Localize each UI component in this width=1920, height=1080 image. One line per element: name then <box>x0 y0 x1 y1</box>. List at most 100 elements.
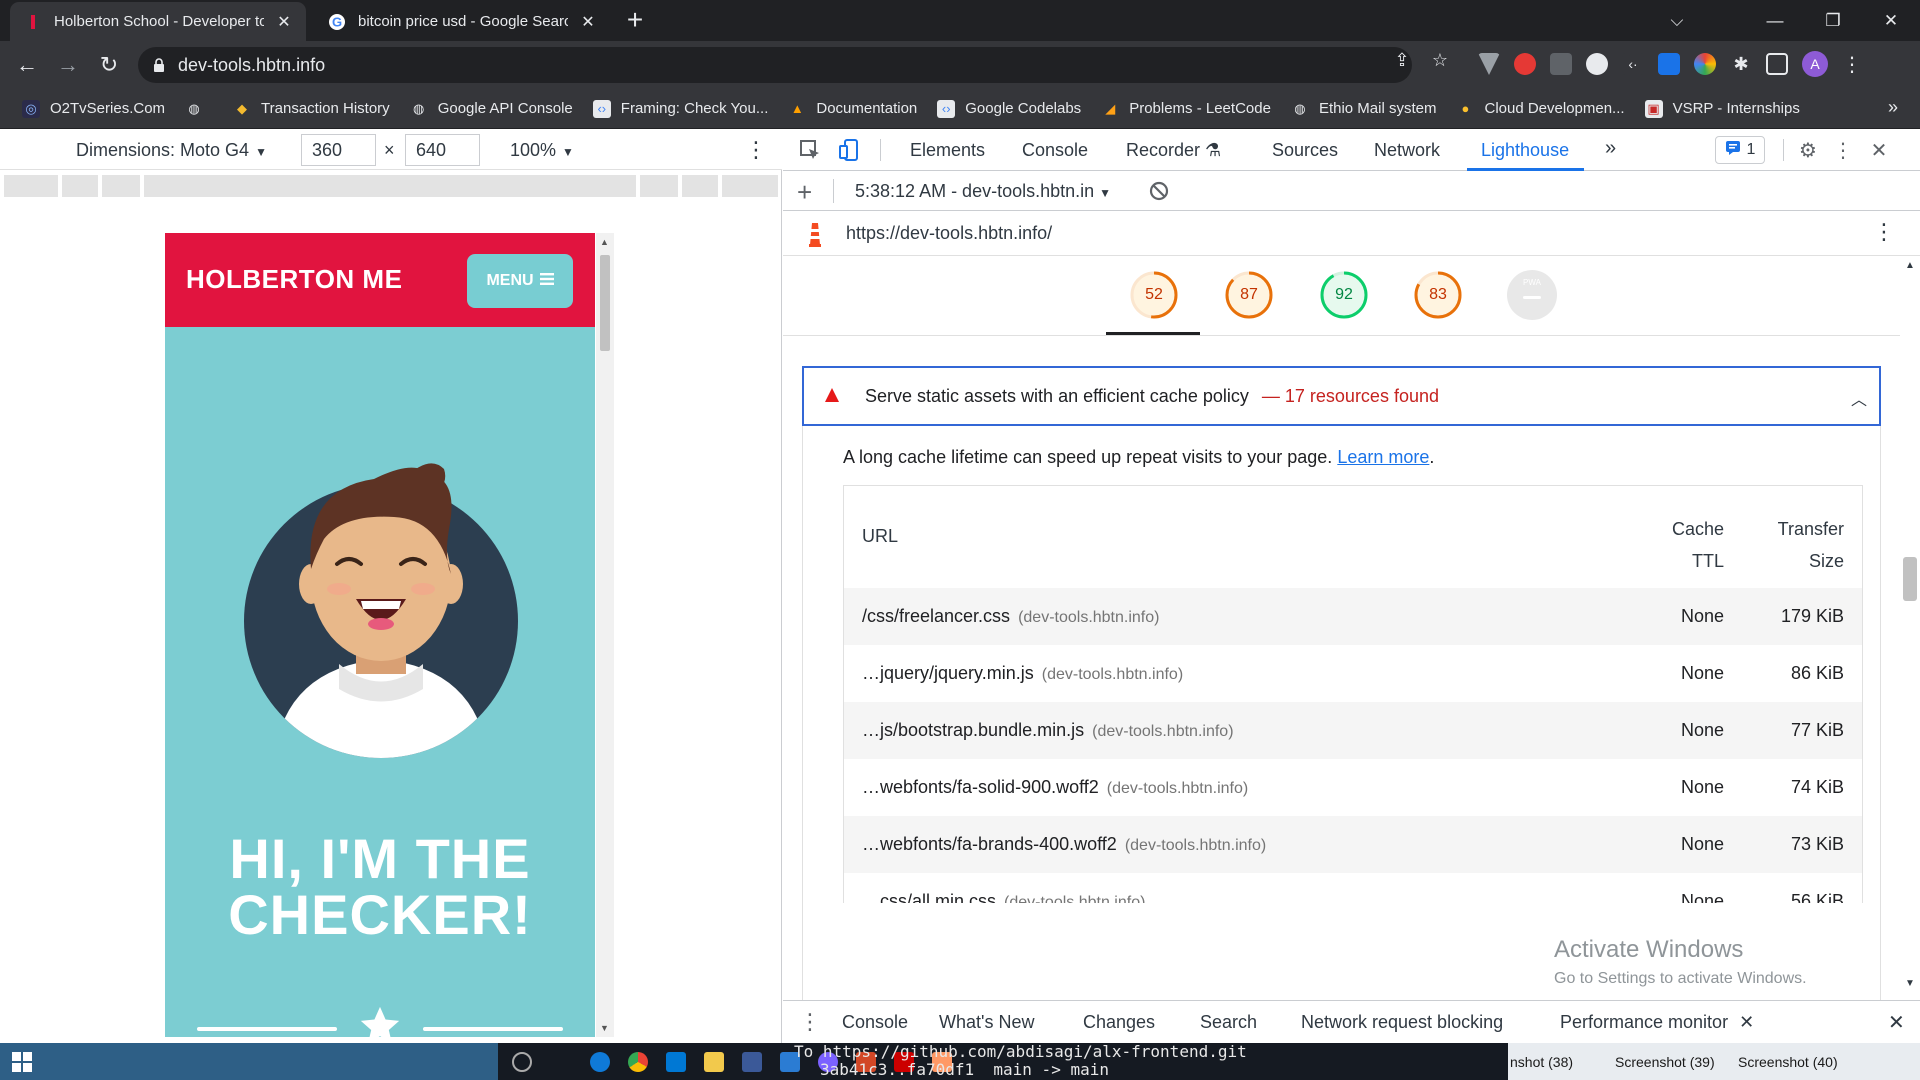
pwa-badge[interactable]: PWA <box>1507 270 1557 320</box>
drawer-tab-changes[interactable]: Changes <box>1083 1012 1155 1033</box>
device-width-input[interactable]: 360 <box>301 134 376 166</box>
blocker-extension-icon[interactable] <box>1514 53 1536 75</box>
shield-extension-icon[interactable] <box>1550 53 1572 75</box>
settings-app-icon[interactable] <box>512 1052 532 1072</box>
devtools-close-icon[interactable]: ✕ <box>1866 137 1892 163</box>
device-height-input[interactable]: 640 <box>405 134 480 166</box>
best-practices-gauge[interactable]: 92 <box>1319 270 1369 320</box>
device-toolbar-toggle-icon[interactable] <box>837 137 863 163</box>
bookmark-item[interactable]: ▣ VSRP - Internships <box>1644 99 1800 118</box>
report-select[interactable]: 5:38:12 AM - dev-tools.hbtn.in ▼ <box>855 181 1111 202</box>
address-bar[interactable]: dev-tools.hbtn.info <box>138 47 1412 83</box>
chrome-app-icon[interactable] <box>628 1052 648 1072</box>
mail-app-icon[interactable] <box>742 1052 762 1072</box>
bookmark-item[interactable]: ◍ <box>185 100 213 118</box>
taskbar-window-item[interactable]: nshot (38) <box>1510 1054 1573 1070</box>
tab-search-icon[interactable]: ⌵ <box>1648 11 1706 31</box>
devtools-scrollbar[interactable]: ▲ ▼ <box>1900 256 1920 993</box>
device-dimensions-select[interactable]: Dimensions: Moto G4 ▼ <box>76 140 267 161</box>
color-picker-extension-icon[interactable] <box>1694 53 1716 75</box>
table-row[interactable]: …js/bootstrap.bundle.min.js (dev-tools.hb… <box>844 702 1862 759</box>
site-menu-button[interactable]: MENU <box>467 254 573 308</box>
code-extension-icon[interactable]: ‹· <box>1622 53 1644 75</box>
restore-icon[interactable]: ❐ <box>1804 11 1862 31</box>
share-icon[interactable]: ⇪ <box>1390 50 1414 71</box>
tab-sources[interactable]: Sources <box>1272 140 1338 161</box>
more-tabs-icon[interactable]: » <box>1605 137 1616 160</box>
bookmark-item[interactable]: ‹› Google Codelabs <box>937 99 1081 118</box>
zoom-select[interactable]: 100% ▼ <box>510 140 574 161</box>
clear-reports-icon[interactable] <box>1148 180 1170 207</box>
tab-holberton[interactable]: Holberton School - Developer tools ✕ <box>10 2 306 41</box>
tab-close-icon[interactable]: ✕ <box>276 12 292 32</box>
vpn-extension-icon[interactable] <box>1478 53 1500 75</box>
table-row[interactable]: …webfonts/fa-solid-900.woff2 (dev-tools.h… <box>844 759 1862 816</box>
drawer-tab-console[interactable]: Console <box>842 1012 908 1033</box>
table-row[interactable]: …jquery/jquery.min.js (dev-tools.hbtn.inf… <box>844 645 1862 702</box>
seo-gauge[interactable]: 83 <box>1413 270 1463 320</box>
forward-icon[interactable]: → <box>55 53 81 77</box>
taskbar-window-item[interactable]: Screenshot (40) <box>1738 1054 1838 1070</box>
issues-counter-button[interactable]: 1 <box>1715 136 1765 164</box>
bookmark-item[interactable]: ◢ Problems - LeetCode <box>1101 100 1271 118</box>
drawer-tab-whats-new[interactable]: What's New <box>939 1012 1034 1033</box>
blue-extension-icon[interactable] <box>1658 53 1680 75</box>
scroll-up-icon[interactable]: ▲ <box>600 237 609 247</box>
windows-start-icon[interactable] <box>12 1052 32 1077</box>
browser-menu-icon[interactable]: ⋮ <box>1842 52 1862 77</box>
scrollbar-thumb[interactable] <box>600 255 610 351</box>
reload-icon[interactable]: ↻ <box>96 53 122 77</box>
bookmark-item[interactable]: ▲ Documentation <box>788 100 917 118</box>
table-row[interactable]: …webfonts/fa-brands-400.woff2 (dev-tools.… <box>844 816 1862 873</box>
drawer-tab-performance-monitor[interactable]: Performance monitor ✕ <box>1560 1012 1754 1033</box>
tab-google-search[interactable]: G bitcoin price usd - Google Search ✕ <box>314 2 610 41</box>
new-report-icon[interactable]: + <box>797 177 812 208</box>
emulated-viewport[interactable]: HOLBERTON ME MENU HI, I'M THE CHECKER! <box>165 233 595 1037</box>
minimize-icon[interactable]: — <box>1746 11 1804 31</box>
window-close-icon[interactable]: ✕ <box>1862 11 1920 31</box>
bookmark-item[interactable]: ◆ Transaction History <box>233 100 390 118</box>
bookmark-star-icon[interactable]: ☆ <box>1428 50 1452 71</box>
devtools-more-icon[interactable]: ⋮ <box>1830 137 1856 163</box>
table-row[interactable]: …css/all.min.css (dev-tools.hbtn.info) No… <box>844 873 1862 903</box>
file-explorer-icon[interactable] <box>704 1052 724 1072</box>
audit-header[interactable]: Serve static assets with an efficient ca… <box>802 366 1881 426</box>
tab-console[interactable]: Console <box>1022 140 1088 161</box>
table-row[interactable]: /css/freelancer.css (dev-tools.hbtn.info)… <box>844 588 1862 645</box>
tab-close-icon[interactable]: ✕ <box>580 12 596 32</box>
media-query-bar[interactable] <box>4 175 778 197</box>
extension-icon[interactable] <box>1586 53 1608 75</box>
bookmarks-overflow-icon[interactable]: » <box>1888 97 1898 118</box>
edge-app-icon[interactable] <box>590 1052 610 1072</box>
store-app-icon[interactable] <box>666 1052 686 1072</box>
drawer-close-icon[interactable]: ✕ <box>1888 1010 1905 1035</box>
taskbar-window-item[interactable]: Screenshot (39) <box>1615 1054 1715 1070</box>
profile-avatar[interactable]: A <box>1802 51 1828 77</box>
accessibility-gauge[interactable]: 87 <box>1224 270 1274 320</box>
drawer-more-icon[interactable]: ⋮ <box>799 1009 821 1035</box>
scroll-up-icon[interactable]: ▲ <box>1905 260 1915 271</box>
drawer-tab-search[interactable]: Search <box>1200 1012 1257 1033</box>
drawer-tab-network-request-blocking[interactable]: Network request blocking <box>1301 1012 1503 1033</box>
puzzle-extensions-icon[interactable]: ✱ <box>1730 53 1752 75</box>
back-icon[interactable]: ← <box>14 53 40 77</box>
viewport-scrollbar[interactable]: ▲ ▼ <box>596 233 614 1037</box>
report-url[interactable]: https://dev-tools.hbtn.info/ <box>846 223 1052 244</box>
device-more-icon[interactable]: ⋮ <box>745 137 767 163</box>
tab-elements[interactable]: Elements <box>910 140 985 161</box>
side-panel-icon[interactable] <box>1766 53 1788 75</box>
settings-gear-icon[interactable]: ⚙ <box>1795 137 1821 163</box>
scrollbar-thumb[interactable] <box>1903 557 1917 601</box>
collapse-chevron-icon[interactable]: ︿ <box>1851 386 1867 410</box>
performance-gauge[interactable]: 52 <box>1129 270 1179 320</box>
bookmark-item[interactable]: ◎ O2TvSeries.Com <box>22 99 165 118</box>
learn-more-link[interactable]: Learn more <box>1337 447 1429 467</box>
bookmark-item[interactable]: ● Cloud Developmen... <box>1456 100 1625 118</box>
report-menu-icon[interactable]: ⋮ <box>1873 219 1895 245</box>
tab-network[interactable]: Network <box>1374 140 1440 161</box>
new-tab-icon[interactable]: + <box>620 6 650 34</box>
bookmark-item[interactable]: ◍ Google API Console <box>410 100 573 118</box>
drawer-tab-close-icon[interactable]: ✕ <box>1739 1012 1754 1032</box>
scroll-down-icon[interactable]: ▼ <box>1905 978 1915 989</box>
site-brand[interactable]: HOLBERTON ME <box>186 264 402 295</box>
